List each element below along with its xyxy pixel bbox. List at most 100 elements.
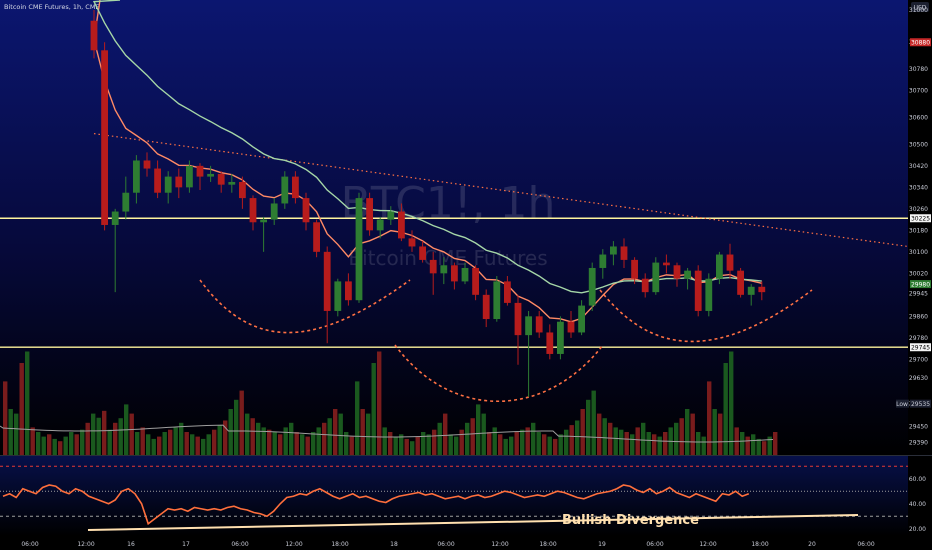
price-tick-label: 30020 bbox=[909, 270, 928, 277]
time-axis[interactable]: 06:00 12:00 16 17 06:00 12:00 18:00 18 06:00 12:0… bbox=[21, 541, 874, 548]
candle-body bbox=[355, 198, 363, 301]
price-chart[interactable]: Bitcoin CME Futures, 1h, CME USD BTC1!, … bbox=[0, 0, 932, 550]
volume-bar bbox=[8, 409, 13, 455]
time-tick-label: 18 bbox=[390, 541, 398, 548]
volume-bar bbox=[212, 429, 217, 455]
price-tick-label: 30260 bbox=[909, 206, 928, 213]
volume-bar bbox=[377, 351, 382, 455]
volume-bar bbox=[470, 418, 475, 455]
volume-bar bbox=[272, 432, 277, 455]
volume-bar bbox=[107, 429, 112, 455]
volume-bar bbox=[553, 438, 558, 455]
volume-bar bbox=[113, 422, 118, 455]
candle-body bbox=[472, 267, 479, 295]
volume-bar bbox=[58, 441, 63, 455]
volume-bar bbox=[140, 427, 145, 455]
candle-body bbox=[663, 262, 670, 266]
candle-body bbox=[270, 203, 278, 220]
volume-bar bbox=[613, 427, 618, 455]
time-tick-label: 18:00 bbox=[539, 541, 556, 548]
rsi-tick-label: 20.00 bbox=[909, 526, 926, 533]
time-tick-label: 18:00 bbox=[751, 541, 768, 548]
volume-bar bbox=[52, 438, 57, 455]
volume-bar bbox=[685, 409, 690, 455]
volume-bar bbox=[547, 436, 552, 455]
volume-bar bbox=[388, 432, 393, 455]
candle-body bbox=[737, 270, 744, 295]
volume-bar bbox=[294, 432, 299, 455]
candle-body bbox=[588, 267, 596, 306]
time-tick-label: 12:00 bbox=[699, 541, 716, 548]
volume-bar bbox=[514, 432, 519, 455]
candle-body bbox=[652, 262, 660, 293]
volume-bar bbox=[289, 422, 294, 455]
volume-bar bbox=[487, 432, 492, 455]
volume-bar bbox=[245, 413, 250, 455]
price-badge-label: 30880 bbox=[911, 39, 930, 46]
candle-body bbox=[493, 281, 501, 320]
volume-bar bbox=[701, 436, 706, 455]
volume-bar bbox=[327, 418, 332, 455]
candle-body bbox=[599, 254, 607, 268]
candle-body bbox=[429, 259, 437, 274]
volume-bar bbox=[597, 413, 602, 455]
candle-body bbox=[419, 246, 426, 260]
volume-bar bbox=[745, 436, 750, 455]
candle-body bbox=[101, 50, 108, 225]
rsi-tick-label: 40.00 bbox=[909, 501, 926, 508]
volume-bar bbox=[520, 429, 525, 455]
volume-bar bbox=[349, 436, 354, 455]
volume-bar bbox=[173, 427, 178, 455]
volume-bar bbox=[278, 434, 283, 455]
time-tick-label: 20 bbox=[808, 541, 816, 548]
volume-bar bbox=[74, 434, 79, 455]
candle-body bbox=[302, 198, 310, 223]
candle-body bbox=[684, 270, 691, 279]
volume-bar bbox=[360, 409, 365, 455]
volume-bar bbox=[146, 434, 151, 455]
volume-bar bbox=[630, 434, 635, 455]
volume-bar bbox=[256, 422, 261, 455]
candle-body bbox=[133, 160, 140, 193]
candle-body bbox=[461, 267, 469, 282]
time-tick-label: 06:00 bbox=[857, 541, 874, 548]
volume-bar bbox=[558, 434, 563, 455]
price-axis[interactable]: 31000 30880 30780 30700 30600 30500 30420 30340… bbox=[909, 7, 928, 447]
volume-bar bbox=[250, 418, 255, 455]
volume-bar bbox=[195, 436, 200, 455]
volume-bar bbox=[25, 351, 30, 455]
candle-body bbox=[366, 198, 373, 231]
volume-bar bbox=[168, 429, 173, 455]
volume-bar bbox=[129, 413, 134, 455]
volume-bar bbox=[157, 436, 162, 455]
volume-bar bbox=[355, 381, 360, 455]
volume-bar bbox=[608, 422, 613, 455]
volume-bar bbox=[690, 413, 695, 455]
volume-bar bbox=[118, 418, 123, 455]
candle-body bbox=[154, 168, 161, 193]
candle-body bbox=[716, 254, 723, 279]
candle-body bbox=[260, 219, 267, 223]
volume-bar bbox=[679, 418, 684, 455]
volume-bar bbox=[762, 441, 767, 455]
time-tick-label: 06:00 bbox=[646, 541, 663, 548]
low-badge-value: 29535 bbox=[911, 401, 930, 408]
candle-body bbox=[451, 265, 458, 282]
candle-body bbox=[620, 246, 628, 260]
volume-bar bbox=[663, 432, 668, 455]
volume-bar bbox=[756, 438, 761, 455]
price-badge-label: 29980 bbox=[911, 281, 930, 288]
time-tick-label: 06:00 bbox=[231, 541, 248, 548]
chart-container[interactable]: Bitcoin CME Futures, 1h, CME USD BTC1!, … bbox=[0, 0, 932, 550]
time-tick-label: 12:00 bbox=[491, 541, 508, 548]
volume-bar bbox=[410, 441, 415, 455]
candle-body bbox=[758, 286, 766, 293]
price-tick-label: 31000 bbox=[909, 7, 928, 14]
volume-bar bbox=[47, 434, 52, 455]
volume-bar bbox=[371, 363, 376, 455]
candle-body bbox=[292, 176, 299, 199]
volume-bar bbox=[415, 436, 420, 455]
rsi-tick-label: 60.00 bbox=[909, 476, 926, 483]
time-tick-label: 18:00 bbox=[331, 541, 348, 548]
volume-bar bbox=[135, 432, 140, 455]
